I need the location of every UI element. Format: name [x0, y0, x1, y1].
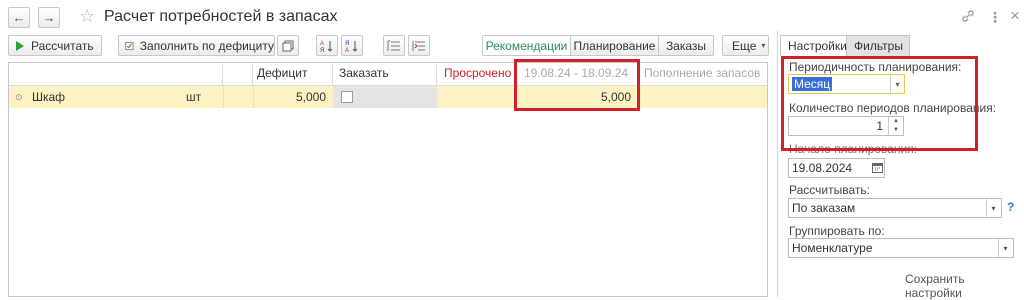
link-icon[interactable] [961, 9, 975, 23]
column-header-deficit-label: Дефицит [257, 66, 308, 80]
column-header-unit[interactable] [223, 62, 253, 85]
tab-recommendations[interactable]: Рекомендации [482, 35, 571, 56]
tab-settings-label: Настройки [788, 39, 847, 53]
sort-ascending-icon: А Я [320, 40, 333, 53]
start-date-value: 19.08.2024 [792, 161, 853, 175]
sort-descending-button[interactable]: Я А [341, 35, 363, 56]
checklist-icon [125, 41, 134, 50]
svg-text:А: А [345, 48, 349, 53]
back-button[interactable]: ← [8, 7, 30, 28]
more-button[interactable]: Еще ▾ [722, 35, 769, 56]
row-separator [253, 86, 254, 108]
svg-text:Я: Я [345, 41, 349, 47]
list-outdent-button[interactable] [408, 35, 430, 56]
overdue-cell-bg [438, 86, 516, 108]
more-label: Еще [732, 38, 757, 53]
group-by-label: Группировать по: [789, 224, 885, 238]
calculate-button[interactable]: Рассчитать [8, 35, 102, 56]
expand-row-icon[interactable]: ⊙ [15, 86, 23, 108]
forward-arrow-icon: → [42, 10, 56, 25]
more-vertical-icon[interactable]: ⋮ [988, 9, 1002, 26]
row-separator [223, 86, 224, 108]
row-order-checkbox[interactable] [341, 91, 353, 103]
calculate-label: Рассчитать [31, 38, 94, 53]
copy-button[interactable] [277, 35, 299, 56]
tab-filters[interactable]: Фильтры [846, 35, 910, 57]
column-header-overdue-label: Просрочено [444, 66, 512, 80]
tab-planning[interactable]: Планирование [570, 35, 659, 56]
group-by-select[interactable]: Номенклатуре [788, 238, 1014, 258]
column-header-replenishment[interactable]: Пополнение запасов [639, 62, 767, 85]
tab-settings[interactable]: Настройки [780, 35, 855, 57]
row-deficit: 5,000 [295, 90, 326, 104]
column-header-item[interactable] [9, 62, 223, 85]
sort-ascending-button[interactable]: А Я [316, 35, 338, 56]
chevron-down-icon[interactable]: ▾ [986, 199, 1000, 217]
copy-icon [282, 40, 294, 51]
column-header-overdue[interactable]: Просрочено [437, 62, 517, 85]
calendar-icon[interactable] [872, 162, 883, 173]
sort-descending-icon: Я А [345, 40, 358, 53]
list-indent-icon [387, 40, 400, 51]
play-icon [16, 40, 24, 51]
row-unit: шт [186, 90, 202, 104]
fill-by-deficit-button[interactable]: Заполнить по дефициту [118, 35, 275, 56]
list-outdent-icon [412, 40, 425, 51]
panel-divider [777, 30, 778, 297]
chevron-down-icon: ▾ [761, 41, 766, 50]
period-column-highlight [514, 59, 640, 111]
calculate-by-select[interactable]: По заказам [788, 198, 1002, 218]
list-indent-button[interactable] [383, 35, 405, 56]
tab-planning-label: Планирование [573, 38, 656, 53]
tab-recommendations-label: Рекомендации [485, 38, 568, 53]
svg-text:Я: Я [320, 48, 324, 53]
page-title: Расчет потребностей в запасах [104, 8, 338, 25]
periodicity-settings-highlight [781, 56, 978, 151]
calculate-by-value: По заказам [792, 201, 856, 215]
column-header-deficit[interactable]: Дефицит [253, 62, 333, 85]
back-arrow-icon: ← [12, 10, 26, 25]
favorite-star-icon[interactable]: ☆ [79, 6, 95, 27]
svg-text:А: А [320, 41, 324, 47]
row-item-name: Шкаф [32, 90, 66, 104]
fill-by-deficit-label: Заполнить по дефициту [139, 38, 274, 53]
start-date-field[interactable]: 19.08.2024 [788, 158, 885, 178]
column-header-replenishment-label: Пополнение запасов [644, 66, 761, 80]
column-header-order-label: Заказать [339, 66, 389, 80]
chevron-down-icon[interactable]: ▾ [998, 239, 1012, 257]
tab-orders[interactable]: Заказы [658, 35, 714, 56]
save-settings-link[interactable]: Сохранить настройки [905, 272, 1024, 300]
help-icon[interactable]: ? [1007, 200, 1014, 214]
column-header-order[interactable]: Заказать [333, 62, 437, 85]
calculate-by-label: Рассчитывать: [789, 183, 870, 197]
tab-orders-label: Заказы [665, 38, 707, 53]
forward-button[interactable]: → [38, 7, 60, 28]
tab-filters-label: Фильтры [854, 39, 903, 53]
group-by-value: Номенклатуре [792, 241, 873, 255]
close-icon[interactable]: × [1010, 6, 1020, 26]
